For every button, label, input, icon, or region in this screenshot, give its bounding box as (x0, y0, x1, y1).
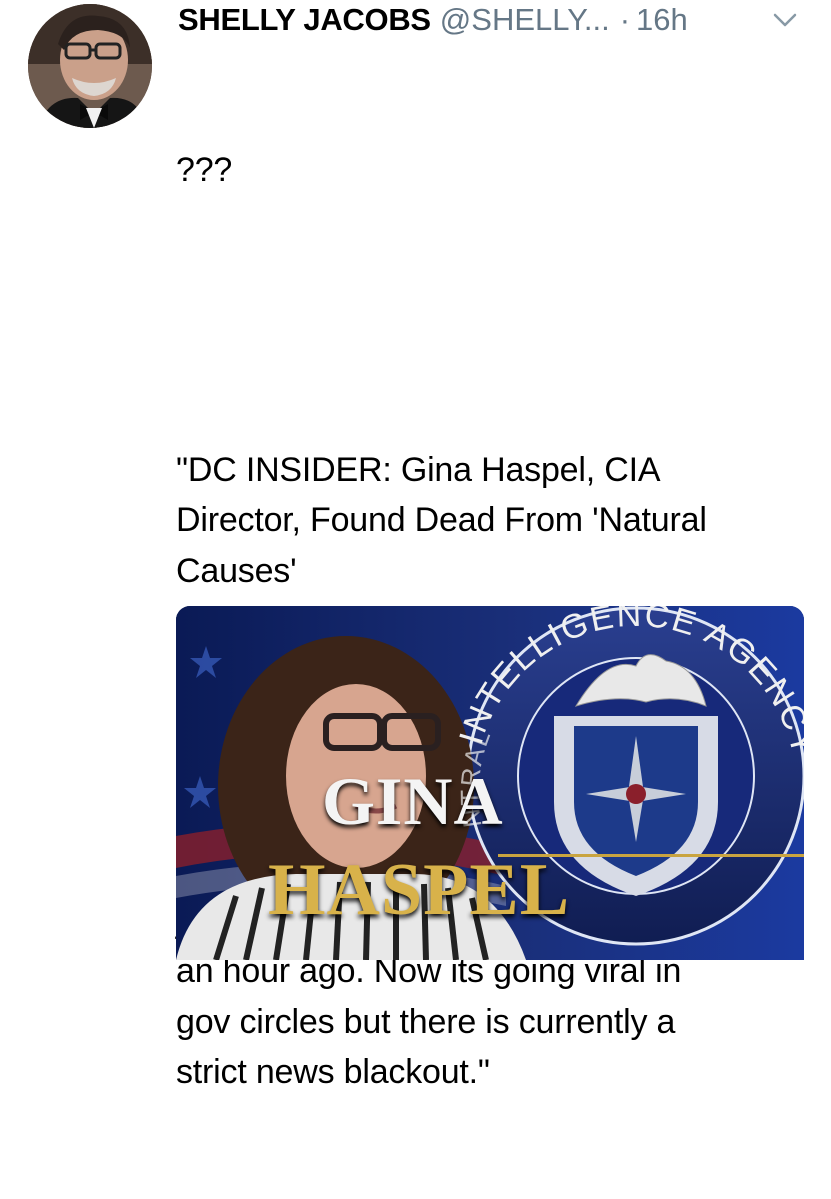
timestamp[interactable]: 16h (636, 2, 688, 38)
author-handle[interactable]: @SHELLY... (440, 2, 610, 38)
quote-headline: "DC INSIDER: Gina Haspel, CIA Director, … (176, 450, 707, 590)
tweet-header: SHELLY JACOBS @SHELLY... · 16h (178, 2, 688, 42)
separator-dot: · (619, 2, 631, 37)
tweet-intro: ??? (176, 151, 233, 189)
media-name-line-2: HASPEL (268, 849, 571, 931)
avatar[interactable] (28, 4, 152, 128)
avatar-image (28, 4, 152, 128)
svg-text:INTELLIGENCE AGENCY: INTELLIGENCE AGENCY (452, 606, 804, 761)
media-name-line-1: GINA (322, 763, 504, 839)
author-name[interactable]: SHELLY JACOBS (178, 2, 431, 38)
seal-agency-text: INTELLIGENCE AGENCY (452, 606, 804, 761)
chevron-down-icon[interactable] (772, 10, 798, 30)
tweet: SHELLY JACOBS @SHELLY... · 16h ??? "DC I… (0, 0, 831, 1091)
